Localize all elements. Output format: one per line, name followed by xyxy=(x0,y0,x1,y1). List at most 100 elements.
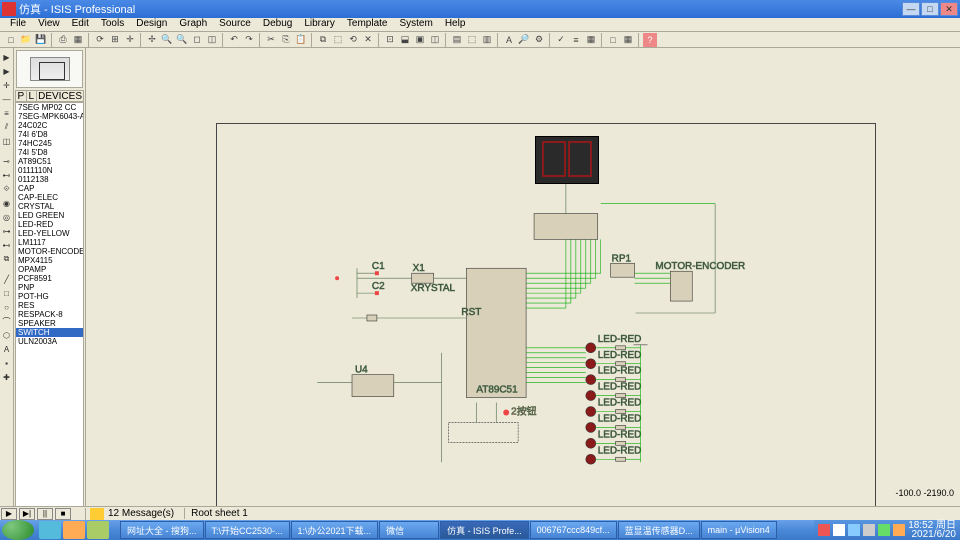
terminal-tool-icon[interactable]: ⊸ xyxy=(1,155,13,167)
device-item[interactable]: RESPACK-8 xyxy=(16,310,83,319)
tray-flag-icon[interactable] xyxy=(833,524,845,536)
quick-explorer-icon[interactable] xyxy=(63,521,85,539)
toggle3-icon[interactable]: ▥ xyxy=(480,33,494,47)
taskbar-task[interactable]: 1:\办公2021下载... xyxy=(291,521,379,539)
tape-tool-icon[interactable]: ◉ xyxy=(1,197,13,209)
device-item[interactable]: AT89C51 xyxy=(16,157,83,166)
device-item[interactable]: ULN2003A xyxy=(16,337,83,346)
blockopy-icon[interactable]: ⧉ xyxy=(316,33,330,47)
blockdelete-icon[interactable]: ✕ xyxy=(361,33,375,47)
close-button[interactable]: ✕ xyxy=(940,2,958,16)
probe-v-tool-icon[interactable]: ⊶ xyxy=(1,225,13,237)
device-item[interactable]: POT-HG xyxy=(16,292,83,301)
redo-icon[interactable]: ↷ xyxy=(242,33,256,47)
symbol-tool-icon[interactable]: ▪ xyxy=(1,357,13,369)
menu-system[interactable]: System xyxy=(393,18,438,31)
pause-button[interactable]: || xyxy=(37,508,53,520)
search-icon[interactable]: 🔎 xyxy=(517,33,531,47)
device-item[interactable]: CRYSTAL xyxy=(16,202,83,211)
pin-tool-icon[interactable]: ⊷ xyxy=(1,169,13,181)
path-tool-icon[interactable]: ⬡ xyxy=(1,329,13,341)
toggle2-icon[interactable]: ⬚ xyxy=(465,33,479,47)
device-item[interactable]: PCF8591 xyxy=(16,274,83,283)
seven-segment-display[interactable] xyxy=(535,136,599,184)
component-tool-icon[interactable]: ▶ xyxy=(1,65,13,77)
text2-tool-icon[interactable]: A xyxy=(1,343,13,355)
tray-sogou-icon[interactable] xyxy=(818,524,830,536)
tray-vol-icon[interactable] xyxy=(863,524,875,536)
message-count[interactable]: 12 Message(s) xyxy=(108,508,174,519)
wire-icon[interactable]: A xyxy=(502,33,516,47)
devices-tab[interactable]: DEVICES xyxy=(37,91,83,101)
ares-icon[interactable]: ▦ xyxy=(584,33,598,47)
device-item[interactable]: 74I 6'D8 xyxy=(16,130,83,139)
minimize-button[interactable]: — xyxy=(902,2,920,16)
device-item[interactable]: 74I 5'D8 xyxy=(16,148,83,157)
bus-tool-icon[interactable]: ⫽ xyxy=(1,121,13,133)
stop-button[interactable]: ■ xyxy=(55,508,71,520)
print-icon[interactable]: ⎙ xyxy=(56,33,70,47)
blockmove-icon[interactable]: ⬚ xyxy=(331,33,345,47)
grid-icon[interactable]: ⊞ xyxy=(108,33,122,47)
junction-tool-icon[interactable]: ✛ xyxy=(1,79,13,91)
device-item[interactable]: SPEAKER xyxy=(16,319,83,328)
property-icon[interactable]: ⚙ xyxy=(532,33,546,47)
menu-edit[interactable]: Edit xyxy=(66,18,95,31)
device-item[interactable]: LED-YELLOW xyxy=(16,229,83,238)
menu-source[interactable]: Source xyxy=(213,18,257,31)
pick-devices-button[interactable]: P xyxy=(16,91,27,101)
start-button[interactable] xyxy=(2,520,34,540)
device-item[interactable]: 0112138 xyxy=(16,175,83,184)
menu-library[interactable]: Library xyxy=(298,18,341,31)
device-item[interactable]: MOTOR-ENCODER xyxy=(16,247,83,256)
zoomarea-icon[interactable]: ◫ xyxy=(205,33,219,47)
label-tool-icon[interactable]: — xyxy=(1,93,13,105)
paste-icon[interactable]: 📋 xyxy=(294,33,308,47)
schematic-canvas[interactable]: AT89C51 xyxy=(86,48,960,520)
make-icon[interactable]: ⬓ xyxy=(398,33,412,47)
device-item[interactable]: 7SEG-MPK6043-A1101 xyxy=(16,112,83,121)
copy-icon[interactable]: ⎘ xyxy=(279,33,293,47)
text-tool-icon[interactable]: ≡ xyxy=(1,107,13,119)
origin-icon[interactable]: ✛ xyxy=(123,33,137,47)
device-item[interactable]: MPX4115 xyxy=(16,256,83,265)
menu-tools[interactable]: Tools xyxy=(95,18,130,31)
arc-tool-icon[interactable]: ⌒ xyxy=(1,315,13,327)
menu-help[interactable]: Help xyxy=(439,18,472,31)
schematic-sheet[interactable]: AT89C51 xyxy=(216,123,876,508)
library-tab[interactable]: L xyxy=(27,91,38,101)
tray-safe-icon[interactable] xyxy=(878,524,890,536)
probe-i-tool-icon[interactable]: ⊷ xyxy=(1,239,13,251)
menu-file[interactable]: File xyxy=(4,18,32,31)
area-icon[interactable]: ▦ xyxy=(71,33,85,47)
netlist-icon[interactable]: ≡ xyxy=(569,33,583,47)
subcircuit-tool-icon[interactable]: ◫ xyxy=(1,135,13,147)
undo-icon[interactable]: ↶ xyxy=(227,33,241,47)
selection-tool-icon[interactable]: ▶ xyxy=(1,51,13,63)
open-icon[interactable]: 📁 xyxy=(19,33,33,47)
taskbar-task[interactable]: T:\开始CC2530-... xyxy=(205,521,290,539)
menu-debug[interactable]: Debug xyxy=(257,18,298,31)
device-item[interactable]: LED GREEN xyxy=(16,211,83,220)
cut-icon[interactable]: ✂ xyxy=(264,33,278,47)
marker-tool-icon[interactable]: ✚ xyxy=(1,371,13,383)
maximize-button[interactable]: □ xyxy=(921,2,939,16)
device-item[interactable]: CAP xyxy=(16,184,83,193)
message-icon[interactable] xyxy=(90,508,104,520)
package-icon[interactable]: ▣ xyxy=(413,33,427,47)
taskbar-task[interactable]: 蓝显温传感器D... xyxy=(618,521,700,539)
center-icon[interactable]: ✢ xyxy=(145,33,159,47)
graph-tool-icon[interactable]: ⟐ xyxy=(1,183,13,195)
menu-template[interactable]: Template xyxy=(341,18,394,31)
device-item[interactable]: LED-RED xyxy=(16,220,83,229)
help-icon[interactable]: ? xyxy=(643,33,657,47)
tray-net-icon[interactable] xyxy=(848,524,860,536)
pick-icon[interactable]: ⊡ xyxy=(383,33,397,47)
generator-tool-icon[interactable]: ◎ xyxy=(1,211,13,223)
device-item[interactable]: 0111110N xyxy=(16,166,83,175)
taskbar-task[interactable]: 微信 xyxy=(379,521,439,539)
box-tool-icon[interactable]: □ xyxy=(1,287,13,299)
refresh-icon[interactable]: ⟳ xyxy=(93,33,107,47)
device-list[interactable]: 7SEG MP02 CC7SEG-MPK6043-A110124C02C74I … xyxy=(15,102,84,520)
overview-panel[interactable] xyxy=(16,50,83,88)
